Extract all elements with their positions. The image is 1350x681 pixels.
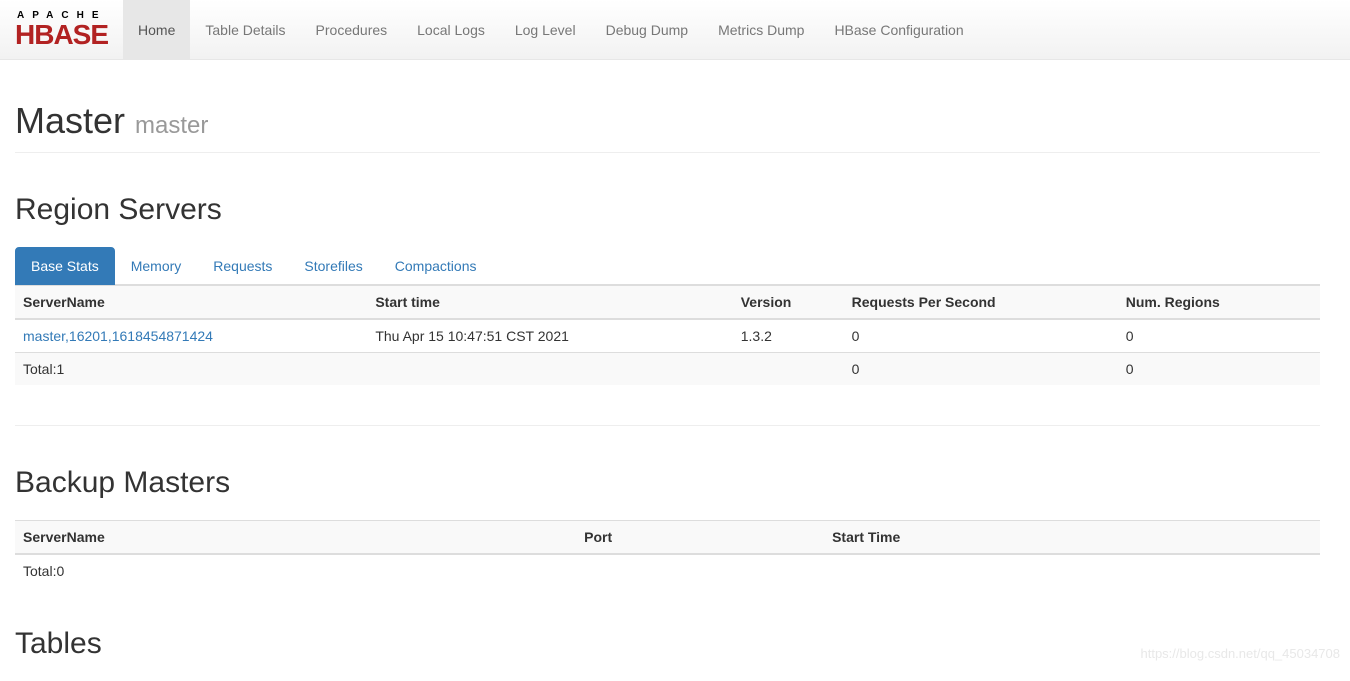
cell-total-start-time (367, 353, 732, 386)
table-header-row: ServerName Port Start Time (15, 521, 1320, 555)
region-servers-table: ServerName Start time Version Requests P… (15, 285, 1320, 385)
col-num-regions: Num. Regions (1118, 286, 1320, 320)
nav-metrics-dump[interactable]: Metrics Dump (703, 0, 819, 60)
nav-local-logs[interactable]: Local Logs (402, 0, 500, 60)
tab-compactions[interactable]: Compactions (379, 247, 493, 285)
cell-total-rps: 0 (844, 353, 1118, 386)
cell-server-name: master,16201,1618454871424 (15, 319, 367, 353)
cell-total-label: Total:0 (15, 554, 576, 587)
tab-storefiles[interactable]: Storefiles (288, 247, 378, 285)
nav-debug-dump[interactable]: Debug Dump (591, 0, 704, 60)
nav-log-level[interactable]: Log Level (500, 0, 591, 60)
cell-start-time: Thu Apr 15 10:47:51 CST 2021 (367, 319, 732, 353)
nav-home[interactable]: Home (123, 0, 190, 60)
nav-procedures[interactable]: Procedures (301, 0, 403, 60)
region-servers-heading: Region Servers (15, 193, 1320, 227)
logo-bottom-text: HBASE (15, 21, 108, 49)
nav-items: Home Table Details Procedures Local Logs… (123, 0, 979, 60)
table-total-row: Total:0 (15, 554, 1320, 587)
cell-total-version (733, 353, 844, 386)
table-header-row: ServerName Start time Version Requests P… (15, 286, 1320, 320)
table-total-row: Total:1 0 0 (15, 353, 1320, 386)
col-start-time: Start Time (824, 521, 1320, 555)
nav-hbase-configuration[interactable]: HBase Configuration (819, 0, 978, 60)
region-servers-section: Region Servers Base Stats Memory Request… (15, 193, 1320, 426)
main-container: Master master Region Servers Base Stats … (0, 60, 1335, 661)
col-port: Port (576, 521, 824, 555)
page-header: Master master (15, 60, 1320, 153)
backup-masters-section: Backup Masters ServerName Port Start Tim… (15, 466, 1320, 587)
col-server-name: ServerName (15, 286, 367, 320)
cell-version: 1.3.2 (733, 319, 844, 353)
tab-memory[interactable]: Memory (115, 247, 198, 285)
tab-requests[interactable]: Requests (197, 247, 288, 285)
tables-heading: Tables (15, 627, 1320, 661)
col-server-name: ServerName (15, 521, 576, 555)
cell-num-regions: 0 (1118, 319, 1320, 353)
cell-total-num-regions: 0 (1118, 353, 1320, 386)
cell-total-label: Total:1 (15, 353, 367, 386)
top-navbar: APACHE HBASE Home Table Details Procedur… (0, 0, 1350, 60)
page-subtitle: master (135, 112, 208, 139)
page-title-text: Master (15, 100, 125, 141)
backup-masters-heading: Backup Masters (15, 466, 1320, 500)
col-start-time: Start time (367, 286, 732, 320)
col-version: Version (733, 286, 844, 320)
col-rps: Requests Per Second (844, 286, 1118, 320)
tab-base-stats[interactable]: Base Stats (15, 247, 115, 285)
tables-section: Tables (15, 627, 1320, 661)
table-row: master,16201,1618454871424 Thu Apr 15 10… (15, 319, 1320, 353)
cell-rps: 0 (844, 319, 1118, 353)
hbase-logo[interactable]: APACHE HBASE (15, 11, 108, 49)
server-link[interactable]: master,16201,1618454871424 (23, 328, 213, 344)
page-title: Master master (15, 100, 1320, 142)
backup-masters-table: ServerName Port Start Time Total:0 (15, 520, 1320, 587)
region-servers-tabs: Base Stats Memory Requests Storefiles Co… (15, 247, 1320, 285)
nav-table-details[interactable]: Table Details (190, 0, 300, 60)
